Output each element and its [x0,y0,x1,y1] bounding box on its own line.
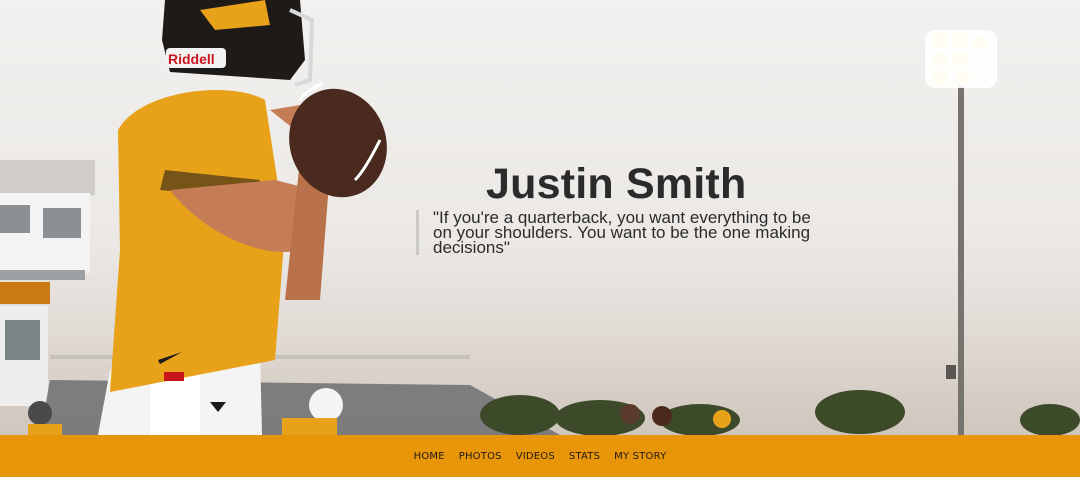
stadium-light [925,30,997,435]
nav-my-story[interactable]: MY STORY [614,451,666,462]
page-title: Justin Smith [486,160,747,208]
hero-quote: "If you're a quarterback, you want every… [416,209,833,256]
main-navbar: HOME PHOTOS VIDEOS STATS MY STORY [0,435,1080,477]
nav-videos[interactable]: VIDEOS [516,451,555,462]
nav-photos[interactable]: PHOTOS [459,451,502,462]
helmet-logo: Riddell [168,51,215,67]
quarterback-player: Riddell [98,0,387,435]
nav-stats[interactable]: STATS [569,451,600,462]
tree-line [480,390,1080,435]
hero-section: Riddell Justin Smith "If you're a quarte… [0,0,1080,435]
press-box [0,160,95,406]
nav-home[interactable]: HOME [414,451,445,462]
